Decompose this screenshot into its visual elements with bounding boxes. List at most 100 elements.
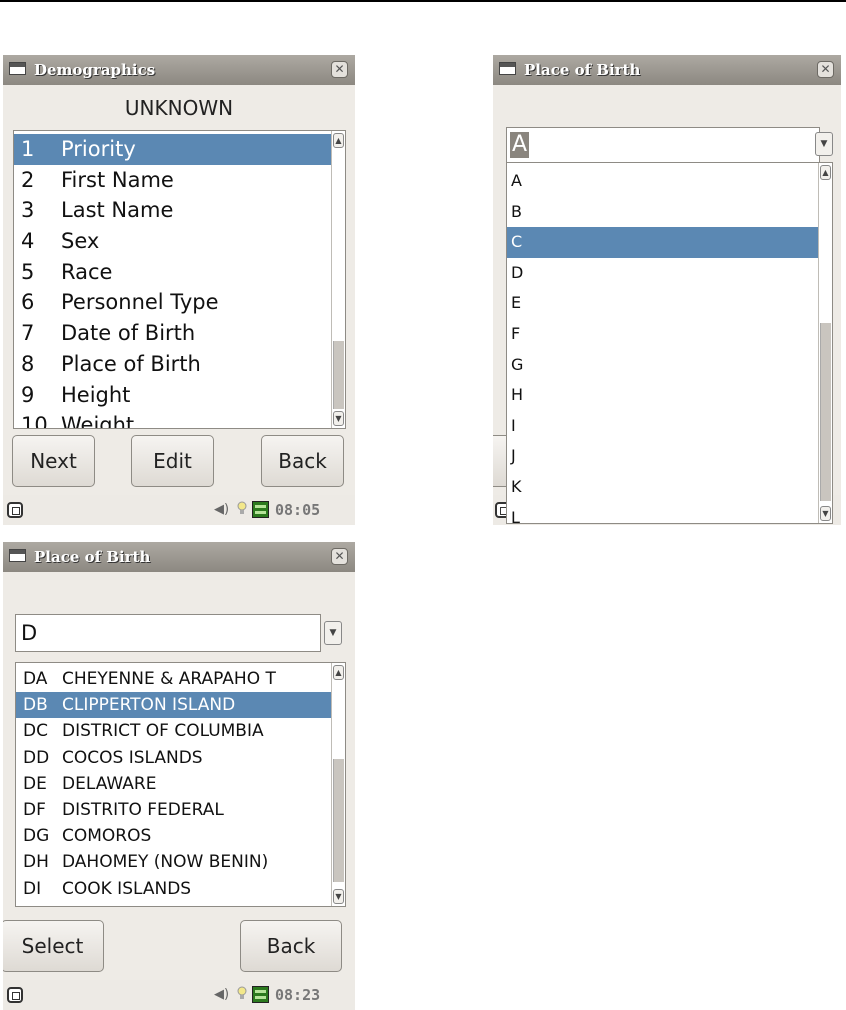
item-name: DISTRICT OF COLUMBIA <box>62 721 264 742</box>
dropdown-option[interactable]: H <box>507 380 818 411</box>
dropdown-option[interactable]: I <box>507 411 818 442</box>
dropdown-option[interactable]: C <box>507 227 818 258</box>
arrow-up-icon[interactable]: ▲ <box>333 133 344 148</box>
option-label: G <box>511 354 524 374</box>
demographics-window: Demographics ✕ UNKNOWN 1 Priority 2 First N… <box>3 55 355 525</box>
titlebar: Place of Birth ✕ <box>3 542 355 572</box>
option-label: L <box>511 507 520 524</box>
bulb-icon[interactable] <box>237 501 247 515</box>
arrow-down-icon[interactable]: ▼ <box>820 506 831 521</box>
list-item[interactable]: 7 Date of Birth <box>14 318 331 349</box>
list-item[interactable]: 2 First Name <box>14 165 331 196</box>
place-list[interactable]: DA CHEYENNE & ARAPAHO T DB CLIPPERTON ISLAN… <box>15 662 346 907</box>
list-item[interactable]: 4 Sex <box>14 226 331 257</box>
arrow-down-icon[interactable]: ▼ <box>333 411 344 426</box>
list-item[interactable]: 1 Priority <box>14 134 331 165</box>
list-item[interactable]: DF DISTRITO FEDERAL <box>16 797 331 823</box>
chevron-down-icon[interactable]: ▼ <box>324 621 342 645</box>
top-divider <box>0 0 846 2</box>
close-icon[interactable]: ✕ <box>331 548 348 565</box>
dropdown-option[interactable]: A <box>507 166 818 197</box>
arrow-up-icon[interactable]: ▲ <box>820 165 831 180</box>
dropdown-option[interactable]: D <box>507 258 818 289</box>
menu-icon[interactable] <box>7 502 23 518</box>
item-number: 4 <box>21 229 35 254</box>
back-button[interactable]: Back <box>261 435 344 487</box>
speaker-icon[interactable]: ◀) <box>214 502 229 517</box>
close-icon[interactable]: ✕ <box>817 61 834 78</box>
speaker-icon[interactable]: ◀) <box>214 987 229 1002</box>
list-item[interactable]: DB CLIPPERTON ISLAND <box>16 692 331 719</box>
place-of-birth-dropdown-window: Place of Birth ✕ A ▼ ABCDEFGHIJKL ▲ ▼ <box>493 55 841 525</box>
dropdown-option[interactable]: G <box>507 350 818 381</box>
dropdown-option[interactable]: E <box>507 288 818 319</box>
close-icon[interactable]: ✕ <box>331 61 348 78</box>
status-bar: ◀) 08:05 <box>3 495 355 525</box>
list-scrollbar[interactable]: ▲ ▼ <box>331 663 345 906</box>
item-code: DF <box>23 799 46 820</box>
list-item[interactable]: 3 Last Name <box>14 195 331 226</box>
list-item[interactable]: 10 Weight <box>14 410 331 429</box>
dropdown-option[interactable]: J <box>507 441 818 472</box>
item-label: Height <box>61 382 131 407</box>
dropdown-option[interactable]: F <box>507 319 818 350</box>
edit-button[interactable]: Edit <box>131 435 214 487</box>
list-item[interactable]: DH DAHOMEY (NOW BENIN) <box>16 849 331 875</box>
combo-value: A <box>510 132 530 158</box>
list-item[interactable]: DE DELAWARE <box>16 771 331 797</box>
item-name: COCOS ISLANDS <box>62 747 203 768</box>
option-label: J <box>511 446 516 466</box>
arrow-down-icon[interactable]: ▼ <box>333 889 344 904</box>
item-code: DG <box>23 826 50 847</box>
place-combo-input[interactable]: A <box>506 127 820 163</box>
list-item[interactable]: DG COMOROS <box>16 823 331 849</box>
status-bar: ◀) 08:23 <box>3 980 355 1010</box>
window-title: Place of Birth <box>34 548 151 566</box>
dropdown-option[interactable]: K <box>507 472 818 503</box>
item-code: DD <box>23 747 50 768</box>
arrow-up-icon[interactable]: ▲ <box>333 665 344 680</box>
next-button[interactable]: Next <box>12 435 95 487</box>
menu-icon[interactable] <box>7 987 23 1003</box>
item-code: DE <box>23 773 47 794</box>
item-name: CHEYENNE & ARAPAHO T <box>62 669 276 689</box>
subject-label: UNKNOWN <box>124 96 234 120</box>
item-label: Last Name <box>61 198 174 223</box>
battery-icon[interactable] <box>252 986 269 1003</box>
chevron-down-icon[interactable]: ▼ <box>815 132 833 156</box>
list-item[interactable]: DI COOK ISLANDS <box>16 876 331 902</box>
item-name: COOK ISLANDS <box>62 878 192 899</box>
demographics-list[interactable]: 1 Priority 2 First Name 3 Last Name 4 Sex 5 Race 6… <box>13 130 346 429</box>
combo-value: D <box>21 621 38 645</box>
titlebar: Demographics ✕ <box>3 55 355 85</box>
bulb-icon[interactable] <box>237 986 247 1000</box>
window-icon <box>9 549 26 562</box>
item-number: 1 <box>21 137 35 161</box>
battery-icon[interactable] <box>252 501 269 518</box>
list-item[interactable]: 6 Personnel Type <box>14 287 331 318</box>
item-number: 10 <box>21 413 48 429</box>
select-button[interactable]: Select <box>3 920 104 972</box>
list-scrollbar[interactable]: ▲ ▼ <box>331 131 345 428</box>
scroll-thumb[interactable] <box>333 759 344 882</box>
place-combo-input[interactable]: D <box>15 614 321 652</box>
item-code: DB <box>23 695 48 716</box>
option-label: A <box>511 171 522 190</box>
list-item[interactable]: DC DISTRICT OF COLUMBIA <box>16 718 331 744</box>
list-item[interactable]: 8 Place of Birth <box>14 349 331 380</box>
item-label: Weight <box>61 413 135 429</box>
item-number: 6 <box>21 290 35 315</box>
dropdown-option[interactable]: L <box>507 503 818 524</box>
list-item[interactable]: 5 Race <box>14 257 331 288</box>
option-label: D <box>511 262 524 282</box>
scroll-thumb[interactable] <box>333 341 344 409</box>
dropdown-scrollbar[interactable]: ▲ ▼ <box>818 163 832 523</box>
list-item[interactable]: 9 Height <box>14 380 331 411</box>
back-button[interactable]: Back <box>240 920 342 972</box>
list-item[interactable]: DD COCOS ISLANDS <box>16 745 331 771</box>
dropdown-option[interactable]: B <box>507 197 818 228</box>
list-item[interactable]: DA CHEYENNE & ARAPAHO T <box>16 666 331 692</box>
scroll-thumb[interactable] <box>820 323 831 501</box>
item-number: 9 <box>21 382 35 407</box>
dropdown-options-list[interactable]: ABCDEFGHIJKL ▲ ▼ <box>506 162 833 524</box>
